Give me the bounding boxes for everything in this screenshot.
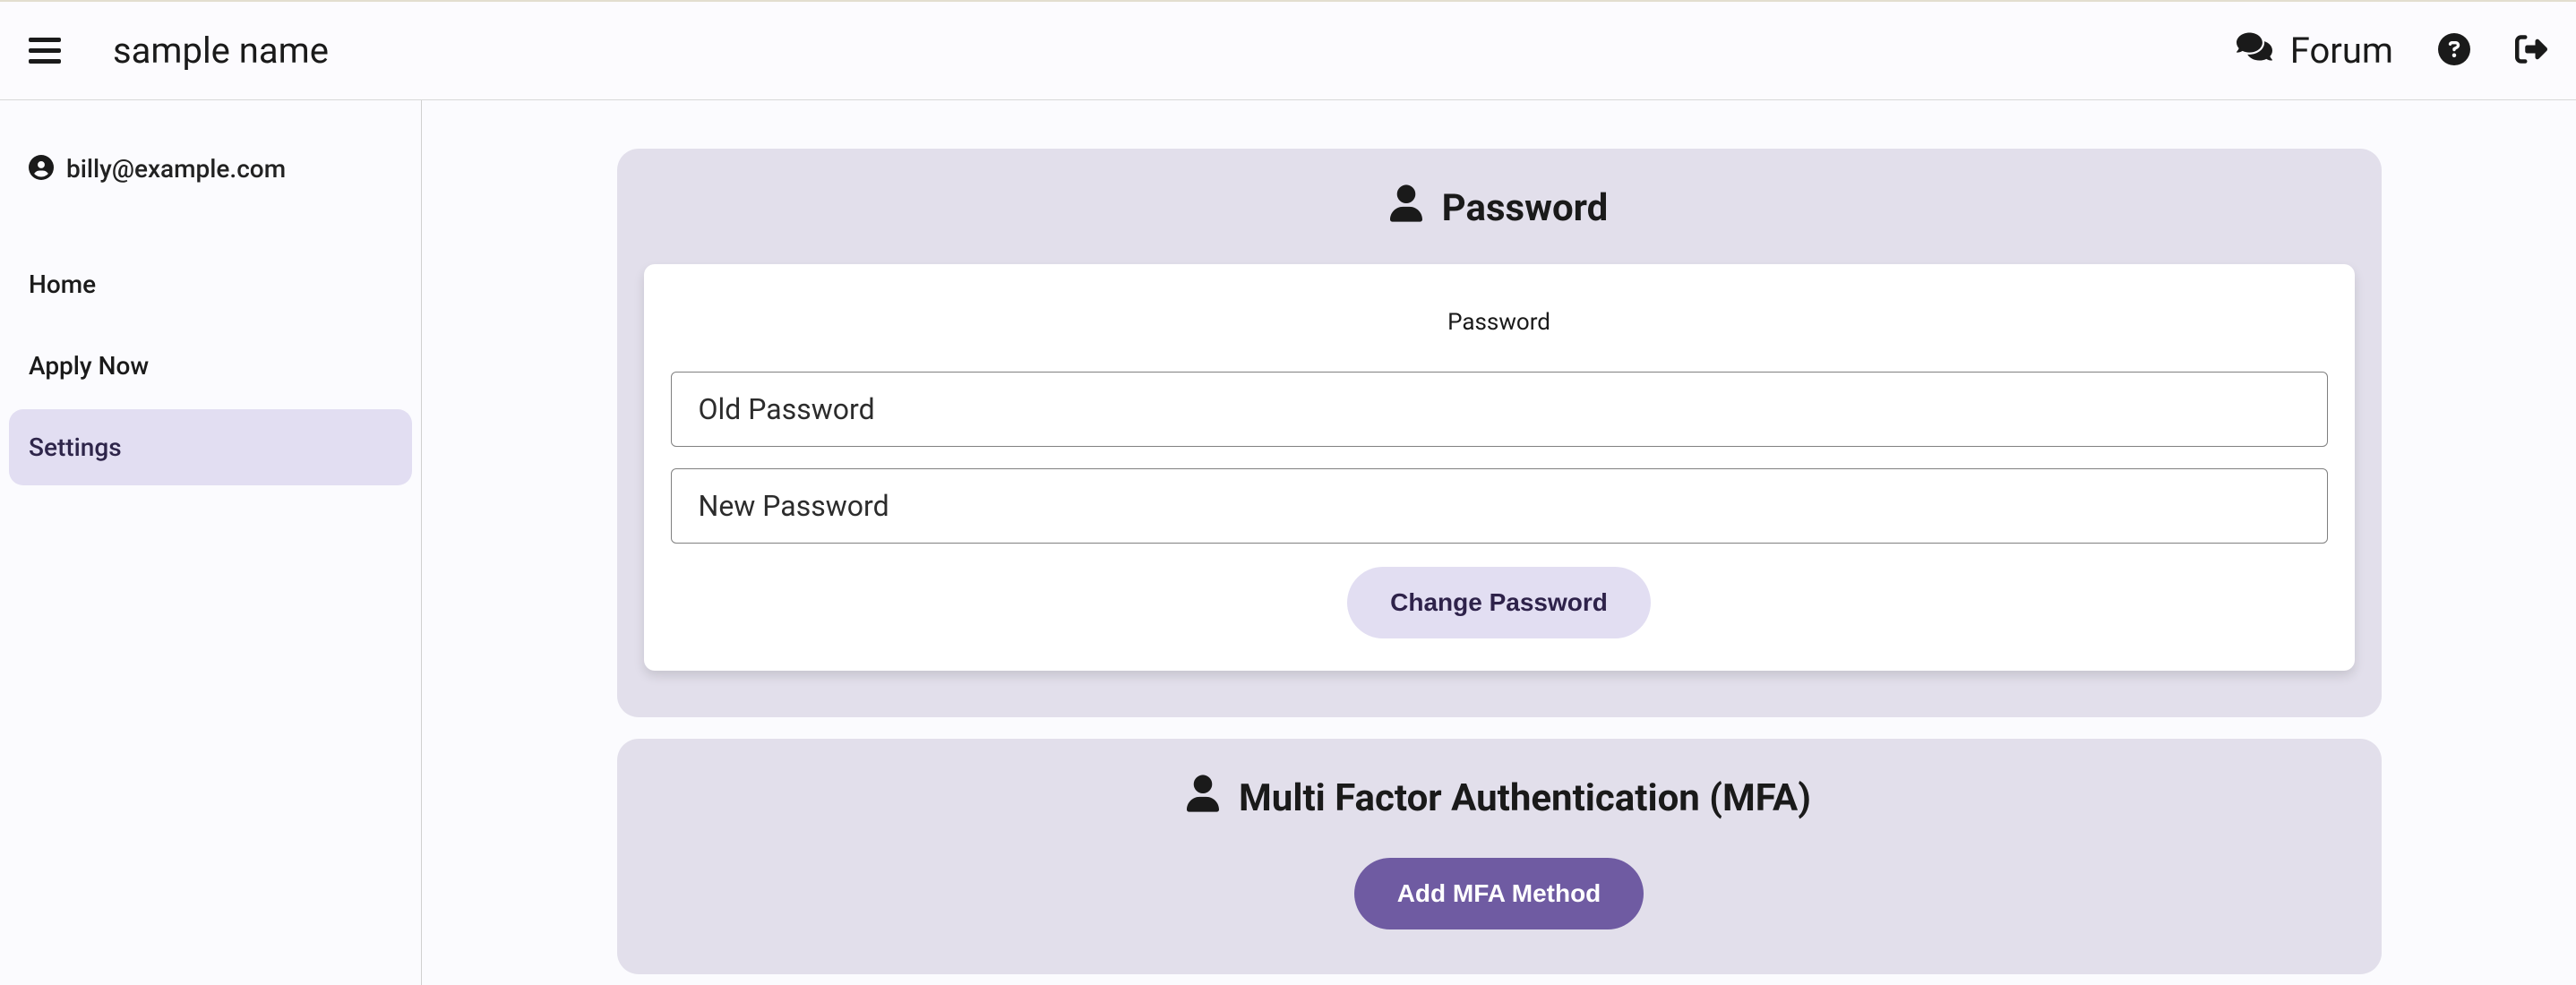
user-circle-icon <box>29 155 54 184</box>
sidebar-user-email: billy@example.com <box>66 154 286 184</box>
mfa-title-text: Multi Factor Authentication (MFA) <box>1239 776 1811 820</box>
main: Password Password Change Password <box>422 100 2576 985</box>
sidebar-item-settings[interactable]: Settings <box>9 409 412 485</box>
password-form <box>671 372 2328 544</box>
header-left: sample name <box>29 30 329 72</box>
sidebar: billy@example.com Home Apply Now Setting… <box>0 100 422 985</box>
mfa-section: Multi Factor Authentication (MFA) Add MF… <box>617 739 2382 974</box>
main-inner: Password Password Change Password <box>617 149 2382 985</box>
top-header: sample name Forum <box>0 0 2576 100</box>
change-password-row: Change Password <box>671 567 2328 638</box>
forum-label: Forum <box>2290 30 2393 72</box>
sidebar-nav: Home Apply Now Settings <box>9 246 412 485</box>
logout-icon[interactable] <box>2515 33 2547 69</box>
mfa-button-row: Add MFA Method <box>644 858 2355 929</box>
password-title-text: Password <box>1442 186 1609 230</box>
change-password-button[interactable]: Change Password <box>1347 567 1651 638</box>
password-card: Password Change Password <box>644 264 2355 671</box>
help-icon[interactable] <box>2438 33 2470 69</box>
sidebar-item-home[interactable]: Home <box>9 246 412 322</box>
user-icon <box>1187 775 1219 822</box>
old-password-input[interactable] <box>671 372 2328 447</box>
add-mfa-button[interactable]: Add MFA Method <box>1354 858 1644 929</box>
content: billy@example.com Home Apply Now Setting… <box>0 100 2576 985</box>
new-password-input[interactable] <box>671 468 2328 544</box>
header-right: Forum <box>2237 30 2547 72</box>
password-section: Password Password Change Password <box>617 149 2382 717</box>
sidebar-item-apply-now[interactable]: Apply Now <box>9 328 412 404</box>
password-card-heading: Password <box>671 309 2328 336</box>
hamburger-icon[interactable] <box>29 38 61 64</box>
mfa-section-title: Multi Factor Authentication (MFA) <box>644 775 2355 822</box>
app-title: sample name <box>113 30 329 72</box>
password-section-title: Password <box>644 184 2355 232</box>
forum-link[interactable]: Forum <box>2237 30 2393 72</box>
user-icon <box>1390 184 1422 232</box>
comments-icon <box>2237 30 2272 72</box>
sidebar-user: billy@example.com <box>9 154 412 184</box>
